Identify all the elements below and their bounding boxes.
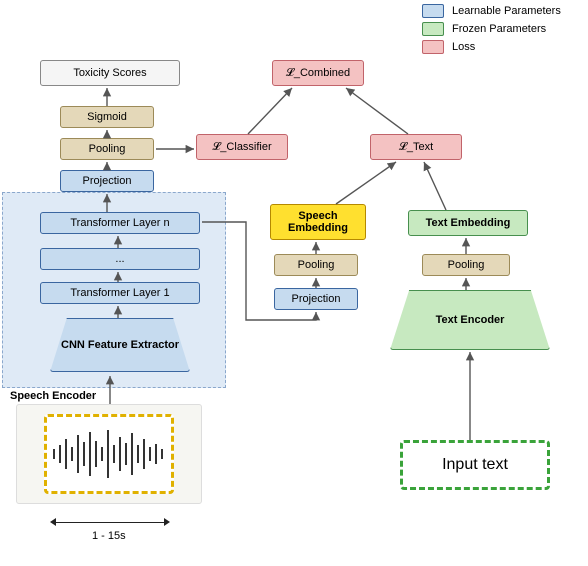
text-embedding: Text Embedding [408,210,528,236]
duration-arrow [56,522,164,523]
loss-classifier: 𝓛_Classifier [196,134,288,160]
legend-row-loss: Loss [422,40,582,54]
classifier-projection: Projection [60,170,154,192]
legend-text: Loss [452,41,475,53]
classifier-pooling: Pooling [60,138,154,160]
swatch-frozen [422,22,444,36]
loss-text: 𝓛_Text [370,134,462,160]
speech-embedding: Speech Embedding [270,204,366,240]
toxicity-scores: Toxicity Scores [40,60,180,86]
transformer-layers-ellipsis: ... [40,248,200,270]
text-pooling: Pooling [422,254,510,276]
legend-text: Frozen Parameters [452,23,546,35]
transformer-layer-1: Transformer Layer 1 [40,282,200,304]
legend: Learnable Parameters Frozen Parameters L… [422,4,582,58]
waveform-icon [50,427,168,481]
audio-waveform-placeholder [44,414,174,494]
classifier-sigmoid: Sigmoid [60,106,154,128]
swatch-loss [422,40,444,54]
speech-emb-pooling: Pooling [274,254,358,276]
audio-input-card [16,404,202,504]
text-encoder: Text Encoder [390,290,550,350]
legend-row-learnable: Learnable Parameters [422,4,582,18]
speech-emb-projection: Projection [274,288,358,310]
swatch-learnable [422,4,444,18]
duration-label: 1 - 15s [92,530,126,542]
input-text-placeholder: Input text [400,440,550,490]
speech-encoder-label: Speech Encoder [10,390,96,402]
transformer-layer-n: Transformer Layer n [40,212,200,234]
loss-combined: 𝓛_Combined [272,60,364,86]
input-text-label: Input text [442,456,508,474]
legend-text: Learnable Parameters [452,5,561,17]
legend-row-frozen: Frozen Parameters [422,22,582,36]
cnn-feature-extractor: CNN Feature Extractor [50,318,190,372]
